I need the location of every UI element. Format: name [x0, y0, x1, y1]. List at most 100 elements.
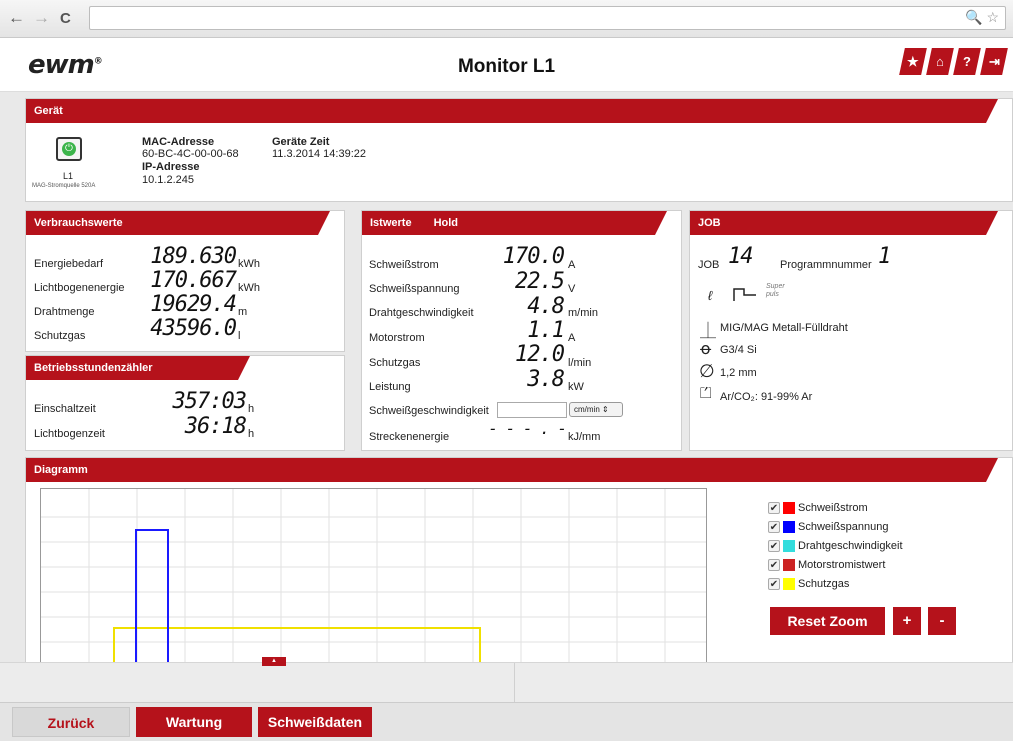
wire-text: G3/4 Si: [720, 344, 757, 356]
zoom-icon[interactable]: 🔍: [965, 9, 982, 25]
status-divider: [514, 663, 515, 703]
arc-time-unit: h: [248, 428, 255, 440]
consumption-panel: Verbrauchswerte Energiebedarf 189.630 kW…: [25, 210, 345, 352]
back-arrow-icon[interactable]: ←: [8, 8, 25, 28]
job-label: JOB: [698, 259, 720, 271]
consumption-section-title: Verbrauchswerte: [26, 211, 330, 235]
collapse-handle-icon[interactable]: ▲: [262, 657, 286, 666]
zoom-out-button[interactable]: -: [928, 607, 956, 635]
motor-current-value: 1.1: [527, 318, 565, 343]
gas-text: Ar/CO₂: 91-99% Ar: [720, 391, 813, 403]
shielding-gas-label: Schutzgas: [34, 330, 86, 342]
diameter-icon: ∅: [699, 361, 715, 381]
time-value: 11.3.2014 14:39:22: [272, 148, 366, 160]
legend-item-schweissstrom[interactable]: ✔ Schweißstrom: [768, 500, 868, 516]
job-section-title: JOB: [690, 211, 998, 235]
gas-flow-value: 12.0: [515, 342, 565, 367]
star-icon: ★: [907, 54, 919, 69]
checkbox-checked-icon[interactable]: ✔: [768, 502, 780, 515]
welding-current-label: Schweißstrom: [369, 259, 439, 271]
back-button[interactable]: Zurück: [12, 707, 130, 737]
url-bar[interactable]: 🔍 ☆: [89, 6, 1006, 30]
series-schweissspannung-line: [135, 529, 169, 665]
checkbox-checked-icon[interactable]: ✔: [768, 559, 780, 572]
color-swatch: [783, 540, 795, 553]
travel-speed-label: Schweißgeschwindigkeit: [369, 405, 489, 417]
arc-energy-unit: kWh: [238, 282, 260, 294]
arc-energy-value: 170.667: [150, 268, 237, 293]
line-energy-label: Streckenenergie: [369, 431, 450, 443]
arc-energy-label: Lichtbogenenergie: [34, 282, 125, 294]
diagram-plot: [41, 489, 706, 665]
power-icon: ⏻: [62, 142, 76, 156]
gas-bottle-icon: ⏍: [700, 385, 712, 402]
color-swatch: [783, 502, 795, 515]
reset-zoom-button[interactable]: Reset Zoom: [770, 607, 885, 635]
select-arrows-icon: ⇕: [602, 405, 609, 414]
color-swatch: [783, 521, 795, 534]
maintenance-button[interactable]: Wartung: [136, 707, 252, 737]
wire-speed-value: 4.8: [527, 294, 565, 319]
color-swatch: [783, 578, 795, 591]
motor-current-label: Motorstrom: [369, 332, 425, 344]
time-label: Geräte Zeit: [272, 136, 330, 148]
gas-flow-unit: l/min: [568, 357, 592, 369]
device-machine-icon: ⏻: [56, 137, 82, 161]
wire-amount-label: Drahtmenge: [34, 306, 95, 318]
arc-time-label: Lichtbogenzeit: [34, 428, 105, 440]
legend-item-drahtgeschwindigkeit[interactable]: ✔ Drahtgeschwindigkeit: [768, 538, 903, 554]
job-panel: JOB JOB 14 Programmnummer 1 ℓ Super puls…: [689, 210, 1013, 451]
legend-item-schutzgas[interactable]: ✔ Schutzgas: [768, 576, 849, 592]
forward-arrow-icon[interactable]: →: [33, 8, 50, 28]
job-number: 14: [728, 244, 754, 269]
on-time-unit: h: [248, 403, 255, 415]
legend-item-motorstromistwert[interactable]: ✔ Motorstromistwert: [768, 557, 885, 573]
power-unit: kW: [568, 381, 584, 393]
device-name: L1: [63, 171, 74, 181]
checkbox-checked-icon[interactable]: ✔: [768, 578, 780, 591]
wire-speed-label: Drahtgeschwindigkeit: [369, 307, 474, 319]
actual-section-title: Istwerte Hold: [362, 211, 667, 235]
color-swatch: [783, 559, 795, 572]
hours-section-title: Betriebsstundenzähler: [26, 356, 250, 380]
reload-icon[interactable]: C: [60, 10, 71, 27]
ip-label: IP-Adresse: [142, 161, 200, 173]
pulse-sequence-icon: [733, 288, 756, 301]
speed-unit-select[interactable]: cm/min ⇕: [569, 402, 623, 417]
energy-demand-label: Energiebedarf: [34, 258, 104, 270]
checkbox-checked-icon[interactable]: ✔: [768, 540, 780, 553]
program-number: 1: [878, 244, 891, 269]
shielding-gas-unit: l: [238, 330, 241, 342]
weld-data-button[interactable]: Schweißdaten: [258, 707, 372, 737]
power-value: 3.8: [527, 367, 565, 392]
logout-icon: ⇥: [988, 54, 1000, 69]
energy-demand-value: 189.630: [150, 244, 237, 269]
travel-speed-input[interactable]: [497, 402, 567, 418]
legend-item-schweissspannung[interactable]: ✔ Schweißspannung: [768, 519, 889, 535]
status-bar: [0, 662, 1013, 703]
diagram-chart[interactable]: [40, 488, 707, 666]
zoom-in-button[interactable]: +: [893, 607, 921, 635]
star-icon[interactable]: ☆: [986, 9, 999, 25]
welding-voltage-unit: V: [568, 283, 576, 295]
program-label: Programmnummer: [780, 259, 872, 271]
arc-time-value: 36:18: [184, 414, 247, 439]
superpuls-icon: Super puls: [766, 283, 785, 298]
url-icons: 🔍 ☆: [965, 9, 999, 26]
help-icon: ?: [963, 54, 971, 69]
on-time-label: Einschaltzeit: [34, 403, 96, 415]
page-title: Monitor L1: [457, 56, 556, 77]
device-section-title: Gerät: [26, 99, 998, 123]
hold-label[interactable]: Hold: [434, 217, 458, 229]
checkbox-checked-icon[interactable]: ✔: [768, 521, 780, 534]
welding-voltage-value: 22.5: [515, 269, 565, 294]
energy-demand-unit: kWh: [238, 258, 260, 270]
wire-type-icon: ꝋ: [700, 341, 712, 358]
wire-amount-value: 19629.4: [150, 292, 237, 317]
welding-voltage-label: Schweißspannung: [369, 283, 460, 295]
app-header: ewm® Monitor L1 ★ ⌂ ? ⇥: [0, 38, 1013, 92]
welding-process-icon: ⏊: [700, 323, 717, 340]
line-energy-unit: kJ/mm: [568, 431, 601, 443]
diameter-text: 1,2 mm: [720, 367, 757, 379]
torch-mode-icon: ℓ: [708, 288, 713, 303]
